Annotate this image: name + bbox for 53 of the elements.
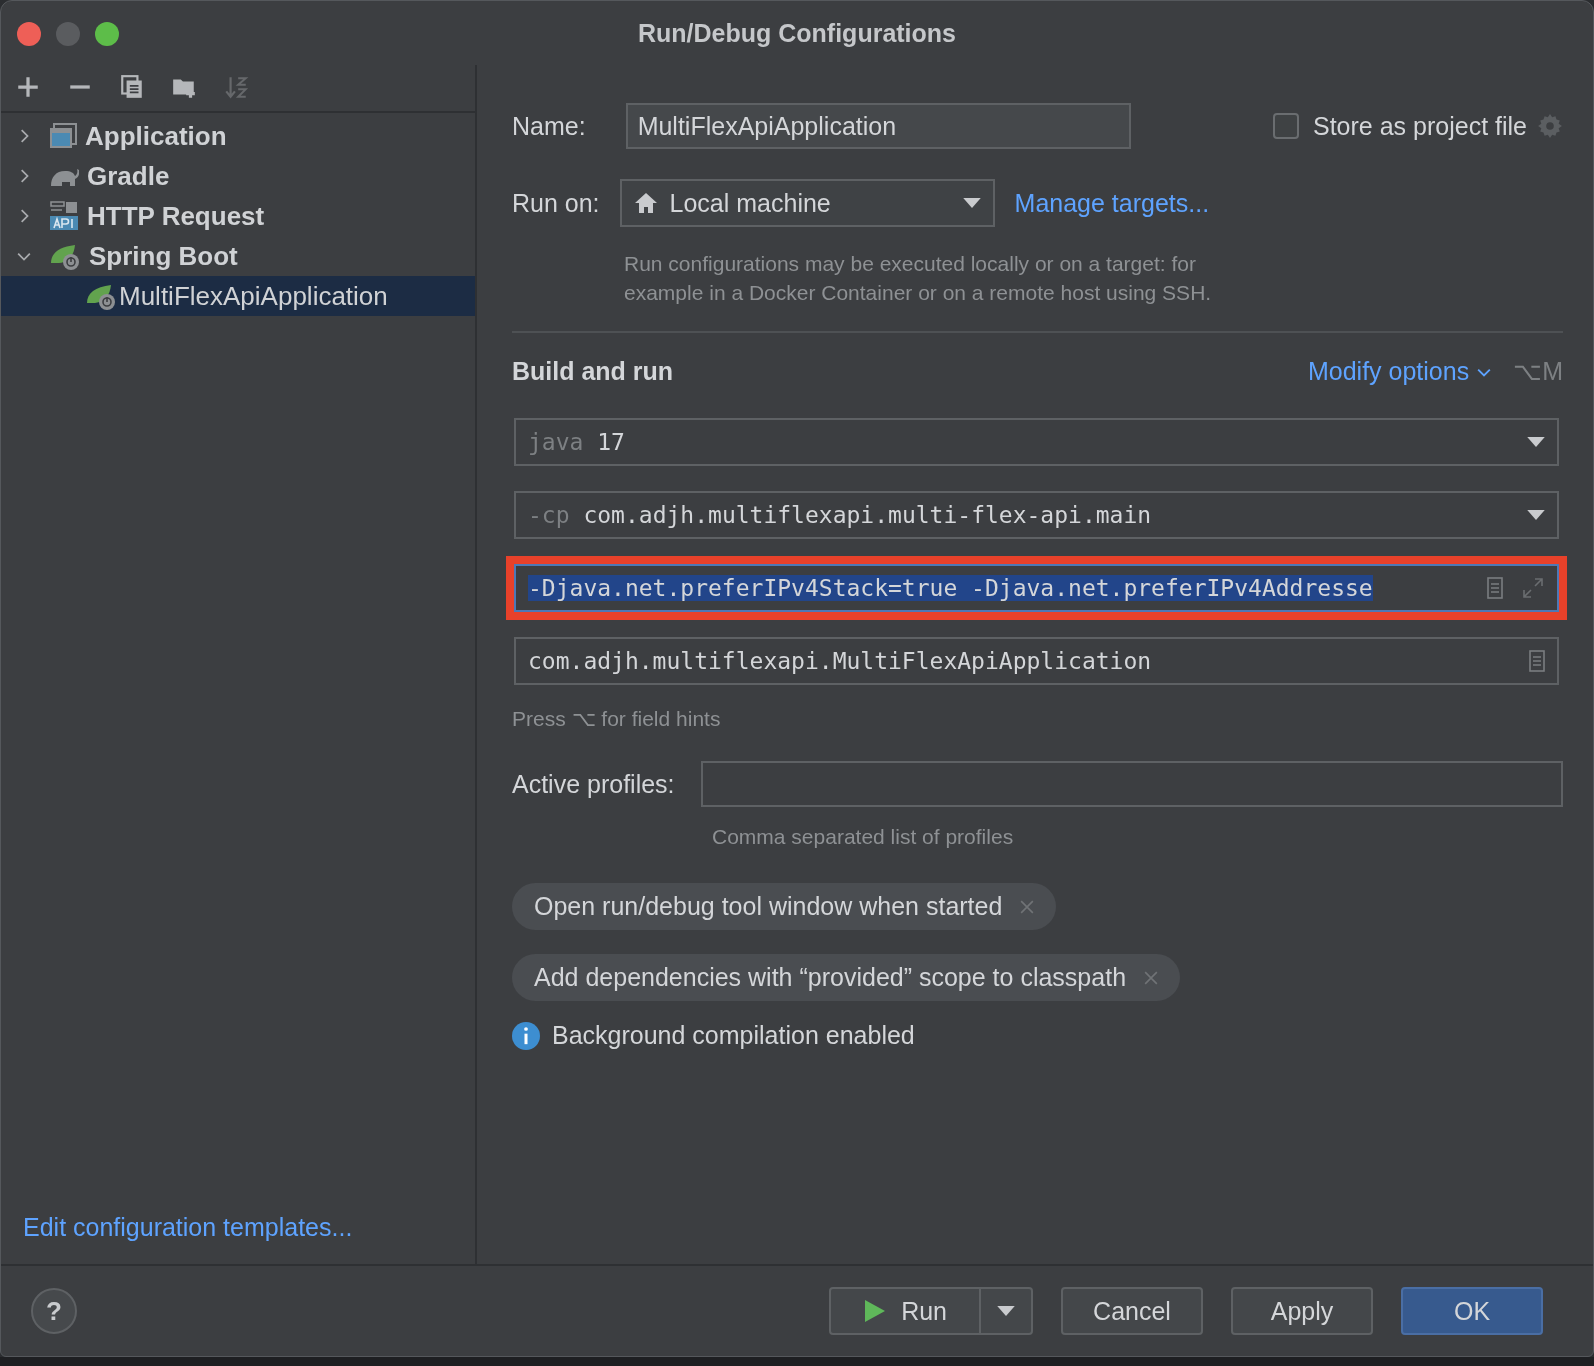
- ok-button[interactable]: OK: [1401, 1287, 1543, 1335]
- document-icon[interactable]: [1487, 577, 1503, 599]
- document-icon[interactable]: [1529, 650, 1545, 672]
- play-icon: [865, 1300, 886, 1322]
- tree-item[interactable]: Gradle: [87, 160, 170, 192]
- profiles-field[interactable]: [700, 761, 1563, 807]
- api-icon: [49, 201, 79, 231]
- window-title: Run/Debug Configurations: [638, 18, 956, 48]
- close-icon[interactable]: [1020, 899, 1035, 914]
- window-icon: [49, 122, 77, 150]
- tree-item[interactable]: HTTP Request: [87, 200, 265, 232]
- name-field[interactable]: MultiFlexApiApplication: [625, 103, 1131, 149]
- input-field[interactable]: com.adjh.multiflexapi.MultiFlexApiApplication: [514, 637, 1559, 685]
- templates-link[interactable]: Edit configuration templates...: [23, 1213, 475, 1242]
- checkbox-label[interactable]: Store as project file: [1313, 111, 1527, 141]
- shortcut-label: ⌥M: [1513, 357, 1563, 386]
- hint-text: Comma separated list of profiles: [712, 825, 1015, 849]
- name-label: Name:: [512, 111, 586, 141]
- cancel-button[interactable]: Cancel: [1061, 1287, 1203, 1335]
- run-button[interactable]: Run: [829, 1287, 1033, 1335]
- dropdown-field[interactable]: java 17: [514, 418, 1559, 466]
- run-on-dropdown[interactable]: Local machine: [619, 179, 995, 227]
- caret-icon: [1527, 437, 1545, 447]
- caret-icon[interactable]: [997, 1306, 1015, 1316]
- dropdown-field[interactable]: -cp com.adjh.multiflexapi.multi-flex-api.main: [514, 491, 1559, 539]
- option-chip[interactable]: Open run/debug tool window when started: [512, 883, 1057, 930]
- zoom-button[interactable]: [95, 22, 119, 46]
- hint-text: Press ⌥ for field hints: [512, 707, 722, 731]
- tree-item[interactable]: Spring Boot: [89, 240, 238, 272]
- tree-item[interactable]: Application: [85, 120, 227, 152]
- add-icon[interactable]: [15, 74, 41, 100]
- option-chip[interactable]: Add dependencies with “provided” scope to classpath: [512, 954, 1181, 1001]
- manage-targets-link[interactable]: Manage targets...: [1014, 188, 1210, 218]
- hint-text: Run configurations may be executed locally or on a target: for example in a Docker Container or on a remote host using SSH.: [624, 251, 1213, 306]
- section-title: Build and run: [512, 357, 674, 386]
- expand-icon[interactable]: [1521, 576, 1545, 600]
- info-text: Background compilation enabled: [552, 1021, 915, 1050]
- selected-row[interactable]: MultiFlexApiApplication: [1, 276, 475, 316]
- close-icon[interactable]: [1144, 970, 1159, 985]
- help-button[interactable]: ?: [31, 1288, 77, 1334]
- apply-button[interactable]: Apply: [1231, 1287, 1373, 1335]
- house-icon: [633, 191, 658, 215]
- caret-icon: [962, 198, 981, 208]
- input-field[interactable]: -Djava.net.preferIPv4Stack=true -Djava.net.preferIPv4Addresse: [514, 564, 1559, 612]
- checkbox[interactable]: [1273, 113, 1299, 139]
- caret-icon: [1527, 510, 1545, 520]
- run-on-label: Run on:: [512, 188, 600, 218]
- copy-icon[interactable]: [119, 74, 145, 100]
- tree-item[interactable]: MultiFlexApiApplication: [119, 280, 388, 312]
- close-button[interactable]: [17, 22, 41, 46]
- modify-options-link[interactable]: Modify options: [1307, 357, 1470, 386]
- info-icon: [512, 1021, 540, 1050]
- profiles-label: Active profiles:: [512, 769, 675, 799]
